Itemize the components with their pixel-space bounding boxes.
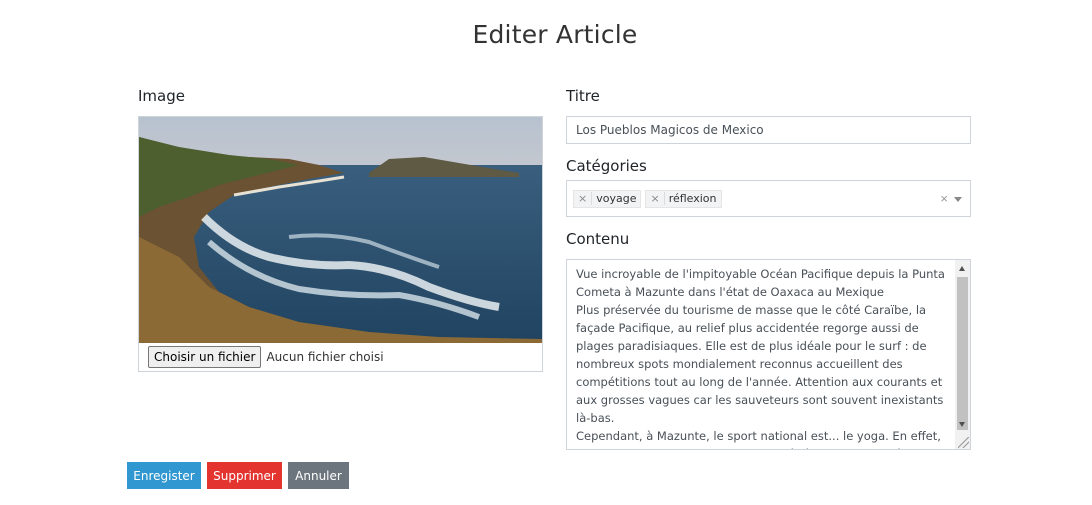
scrollbar-thumb[interactable] (957, 277, 968, 430)
remove-tag-icon[interactable]: × (646, 192, 665, 205)
resize-handle-icon[interactable] (958, 437, 969, 448)
categories-select[interactable]: × voyage × réflexion × (566, 180, 971, 217)
remove-tag-icon[interactable]: × (574, 192, 593, 205)
choose-file-button[interactable]: Choisir un fichier (148, 346, 262, 368)
title-input[interactable]: Los Pueblos Magicos de Mexico (566, 116, 971, 144)
save-button[interactable]: Enregister (127, 462, 201, 489)
delete-button[interactable]: Supprimer (207, 462, 282, 489)
scroll-up-arrow-icon[interactable] (959, 266, 965, 271)
image-preview-box: Choisir un fichier Aucun fichier choisi (138, 116, 543, 372)
scroll-down-arrow-icon[interactable] (959, 422, 965, 427)
category-tag-label: voyage (596, 192, 637, 205)
content-text: Vue incroyable de l'impitoyable Océan Pa… (576, 267, 945, 449)
content-label: Contenu (566, 230, 630, 248)
file-input-row: Choisir un fichier Aucun fichier choisi (139, 343, 542, 371)
vertical-scrollbar[interactable] (955, 260, 970, 449)
content-textarea[interactable]: Vue incroyable de l'impitoyable Océan Pa… (566, 259, 971, 450)
categories-label: Catégories (566, 157, 647, 175)
category-tag-reflexion: × réflexion (645, 189, 722, 208)
page-title: Editer Article (472, 20, 638, 49)
file-status-text: Aucun fichier choisi (266, 350, 384, 364)
image-label: Image (138, 87, 185, 105)
cancel-button[interactable]: Annuler (288, 462, 349, 489)
article-image (139, 117, 542, 345)
title-label: Titre (566, 87, 600, 105)
category-tag-voyage: × voyage (573, 189, 642, 208)
chevron-down-icon[interactable] (954, 197, 962, 202)
category-tag-label: réflexion (668, 192, 717, 205)
clear-icon[interactable]: × (940, 191, 948, 206)
